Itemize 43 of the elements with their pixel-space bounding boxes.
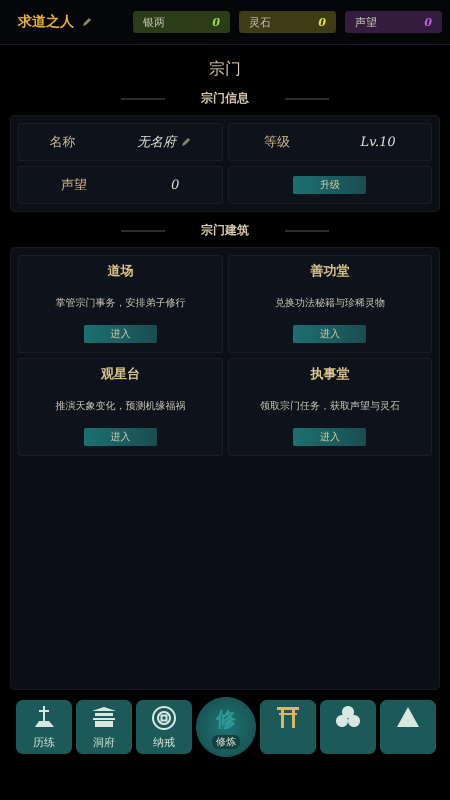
- cultivate-button[interactable]: 修 修炼: [196, 697, 256, 757]
- currency-label: 银两: [143, 14, 165, 30]
- nav-tab[interactable]: 洞府: [76, 700, 132, 754]
- building-name: 道场: [107, 263, 134, 280]
- palace-icon: [90, 705, 118, 729]
- player-name: 求道之人: [18, 13, 74, 31]
- enter-button[interactable]: 进入: [293, 428, 366, 446]
- page-title: 宗门: [208, 59, 242, 80]
- building-name: 观星台: [100, 366, 140, 383]
- nav-tab[interactable]: [320, 700, 376, 754]
- nav-tab[interactable]: 纳戒: [136, 700, 192, 754]
- pencil-icon[interactable]: [82, 17, 92, 27]
- field-value: 0: [171, 178, 180, 192]
- currency-label: 灵石: [249, 14, 271, 30]
- currency-value: 0: [318, 16, 326, 28]
- nav-tab[interactable]: [260, 700, 316, 754]
- torii-gate-icon: [275, 705, 301, 729]
- field-label: 等级: [264, 134, 290, 151]
- pyramid-icon: [395, 705, 421, 729]
- building-description: 掌管宗门事务，安排弟子修行: [55, 296, 186, 310]
- nav-tab[interactable]: 历练: [16, 700, 72, 754]
- nav-tab[interactable]: [380, 700, 436, 754]
- section-heading: 宗门信息: [201, 90, 249, 107]
- building-name: 执事堂: [310, 366, 350, 383]
- field-label: 声望: [61, 177, 88, 194]
- building-description: 推演天象变化，预测机缘福祸: [55, 400, 186, 412]
- currency-value: 0: [212, 16, 220, 28]
- currency-value: 0: [424, 16, 432, 28]
- section-heading: 宗门建筑: [201, 222, 249, 239]
- field-value: 无名府: [136, 134, 176, 151]
- trefoil-icon: [335, 705, 361, 729]
- field-label: 名称: [50, 134, 76, 151]
- building-description: 领取宗门任务，获取声望与灵石: [260, 400, 400, 412]
- building-description: 兑换功法秘籍与珍稀灵物: [274, 296, 385, 310]
- field-value: Lv.10: [360, 134, 396, 150]
- enter-button[interactable]: 进入: [293, 325, 366, 343]
- enter-button[interactable]: 进入: [84, 428, 157, 446]
- enter-button[interactable]: 进入: [84, 325, 157, 343]
- currency-label: 声望: [355, 14, 377, 30]
- coin-icon: [151, 705, 177, 731]
- upgrade-button[interactable]: 升级: [293, 176, 366, 194]
- building-name: 善功堂: [310, 262, 350, 280]
- pencil-icon[interactable]: [180, 137, 191, 147]
